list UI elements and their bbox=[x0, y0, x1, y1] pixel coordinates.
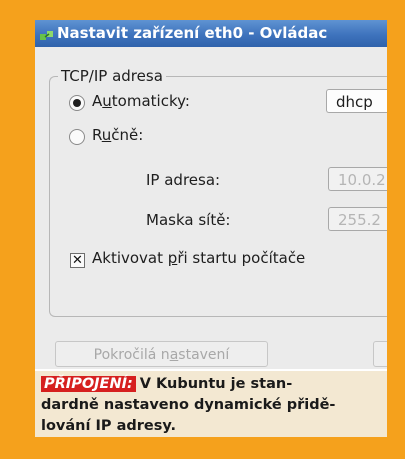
automatic-radio-label[interactable]: Automaticky: bbox=[92, 92, 190, 110]
caption-text-line1: V Kubuntu je stan- bbox=[139, 376, 293, 392]
caption-text-line2: dardně nastaveno dynamické přidě- bbox=[41, 397, 336, 413]
dialog-button-partial[interactable] bbox=[373, 341, 387, 367]
method-select[interactable]: dhcp bbox=[326, 89, 387, 113]
window-titlebar[interactable]: Nastavit zařízení eth0 - Ovládac bbox=[35, 20, 387, 47]
window-title: Nastavit zařízení eth0 - Ovládac bbox=[57, 24, 328, 42]
netmask-input[interactable]: 255.2 bbox=[328, 207, 387, 231]
screenshot-page: { "window": { "title": "Nastavit zařízen… bbox=[0, 0, 405, 459]
network-icon bbox=[39, 26, 54, 41]
article-caption: PŘIPOJENÍ: V Kubuntu je stan- dardně nast… bbox=[35, 371, 387, 437]
article-frame: Nastavit zařízení eth0 - Ovládac TCP/IP … bbox=[35, 20, 387, 437]
activate-on-startup-label[interactable]: Aktivovat při startu počítače bbox=[92, 249, 305, 267]
activate-on-startup-checkbox[interactable]: ✕ bbox=[70, 253, 85, 268]
advanced-settings-button[interactable]: Pokročilá nastavení bbox=[55, 341, 268, 367]
manual-radio[interactable] bbox=[69, 129, 85, 145]
tcpip-group-title: TCP/IP adresa bbox=[61, 67, 163, 85]
automatic-radio[interactable] bbox=[69, 95, 85, 111]
dialog-body: TCP/IP adresa Automaticky: dhcp Ručně: I… bbox=[35, 47, 387, 369]
caption-tag: PŘIPOJENÍ: bbox=[41, 376, 136, 392]
ip-address-label: IP adresa: bbox=[146, 171, 221, 189]
netmask-label: Maska sítě: bbox=[146, 211, 231, 229]
caption-text-line3: lování IP adresy. bbox=[41, 418, 176, 434]
ip-address-input[interactable]: 10.0.2 bbox=[328, 167, 387, 191]
manual-radio-label[interactable]: Ručně: bbox=[92, 126, 143, 144]
